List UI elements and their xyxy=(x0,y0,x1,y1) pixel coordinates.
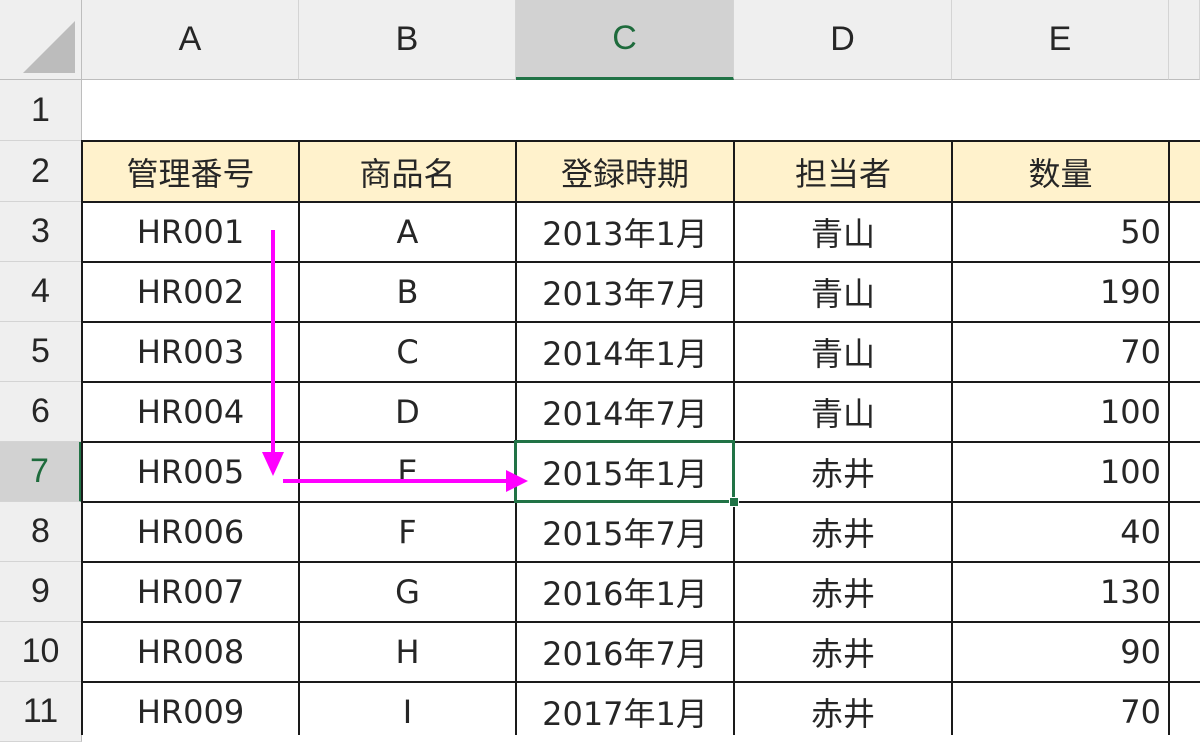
lookup-path-annotation xyxy=(262,230,528,492)
right-arrow-head-icon xyxy=(506,470,528,492)
down-arrow-head-icon xyxy=(262,452,284,476)
